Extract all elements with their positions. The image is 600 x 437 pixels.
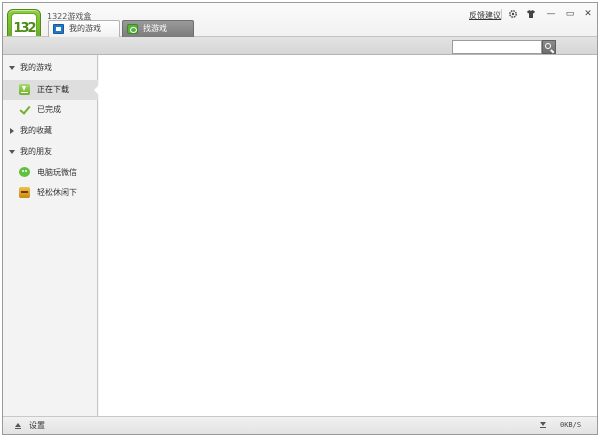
maximize-button[interactable]: ▭ <box>563 8 577 21</box>
sidebar-group-label: 我的收藏 <box>20 126 52 135</box>
gear-icon[interactable] <box>506 8 520 21</box>
find-games-icon <box>127 24 138 34</box>
download-speed: 0KB/S <box>560 421 582 429</box>
sidebar-item-wechat[interactable]: 电脑玩微信 <box>3 163 98 183</box>
sidebar-item-downloading[interactable]: 正在下载 <box>3 80 99 100</box>
sidebar-group-label: 我的朋友 <box>20 147 52 156</box>
sidebar-item-completed[interactable]: 已完成 <box>3 100 98 120</box>
tab-find-games[interactable]: 找游戏 <box>122 20 194 37</box>
search-button[interactable] <box>542 40 556 54</box>
toolbar-divider <box>501 9 502 20</box>
status-bar: 设置 0KB/S <box>3 416 597 434</box>
shirt-icon[interactable] <box>524 8 538 21</box>
download-speed-icon <box>540 422 546 428</box>
settings-button[interactable]: 设置 <box>29 420 45 431</box>
sidebar-group-favorites[interactable]: 我的收藏 <box>3 122 98 140</box>
tab-label: 我的游戏 <box>69 24 101 33</box>
minimize-button[interactable]: — <box>544 8 558 21</box>
content-area <box>99 55 597 416</box>
wechat-icon <box>19 167 30 177</box>
search-input[interactable] <box>452 40 542 54</box>
chevron-right-icon <box>10 128 14 134</box>
chevron-down-icon <box>9 66 15 70</box>
sidebar-item-casual-games[interactable]: 轻松休闲下 <box>3 183 98 203</box>
sidebar-item-label: 正在下载 <box>37 85 69 94</box>
my-games-icon <box>53 24 64 34</box>
search-icon <box>545 43 551 49</box>
app-window: 132 1322游戏盒 我的游戏 找游戏 反馈建议 — ▭ ✕ 我的游戏 正在下… <box>2 2 598 435</box>
sidebar-item-label: 轻松休闲下 <box>37 188 77 197</box>
sidebar: 我的游戏 正在下载 已完成 我的收藏 我的朋友 电脑玩微信 轻松休闲下 <box>3 55 99 416</box>
sidebar-group-friends[interactable]: 我的朋友 <box>3 143 98 161</box>
sidebar-group-my-games[interactable]: 我的游戏 <box>3 59 98 77</box>
sidebar-item-label: 电脑玩微信 <box>37 168 77 177</box>
chevron-down-icon <box>9 150 15 154</box>
title-bar: 132 1322游戏盒 我的游戏 找游戏 反馈建议 — ▭ ✕ <box>3 3 597 55</box>
feedback-link[interactable]: 反馈建议 <box>469 10 501 21</box>
eject-settings-icon[interactable] <box>15 423 21 429</box>
casual-game-icon <box>19 187 30 198</box>
sidebar-group-label: 我的游戏 <box>20 63 52 72</box>
search-icon-handle <box>550 49 555 54</box>
sidebar-item-label: 已完成 <box>37 105 61 114</box>
tab-my-games[interactable]: 我的游戏 <box>48 20 120 37</box>
checkmark-icon <box>19 104 30 115</box>
download-icon <box>19 84 30 95</box>
tab-label: 找游戏 <box>143 24 167 33</box>
close-button[interactable]: ✕ <box>581 8 595 21</box>
